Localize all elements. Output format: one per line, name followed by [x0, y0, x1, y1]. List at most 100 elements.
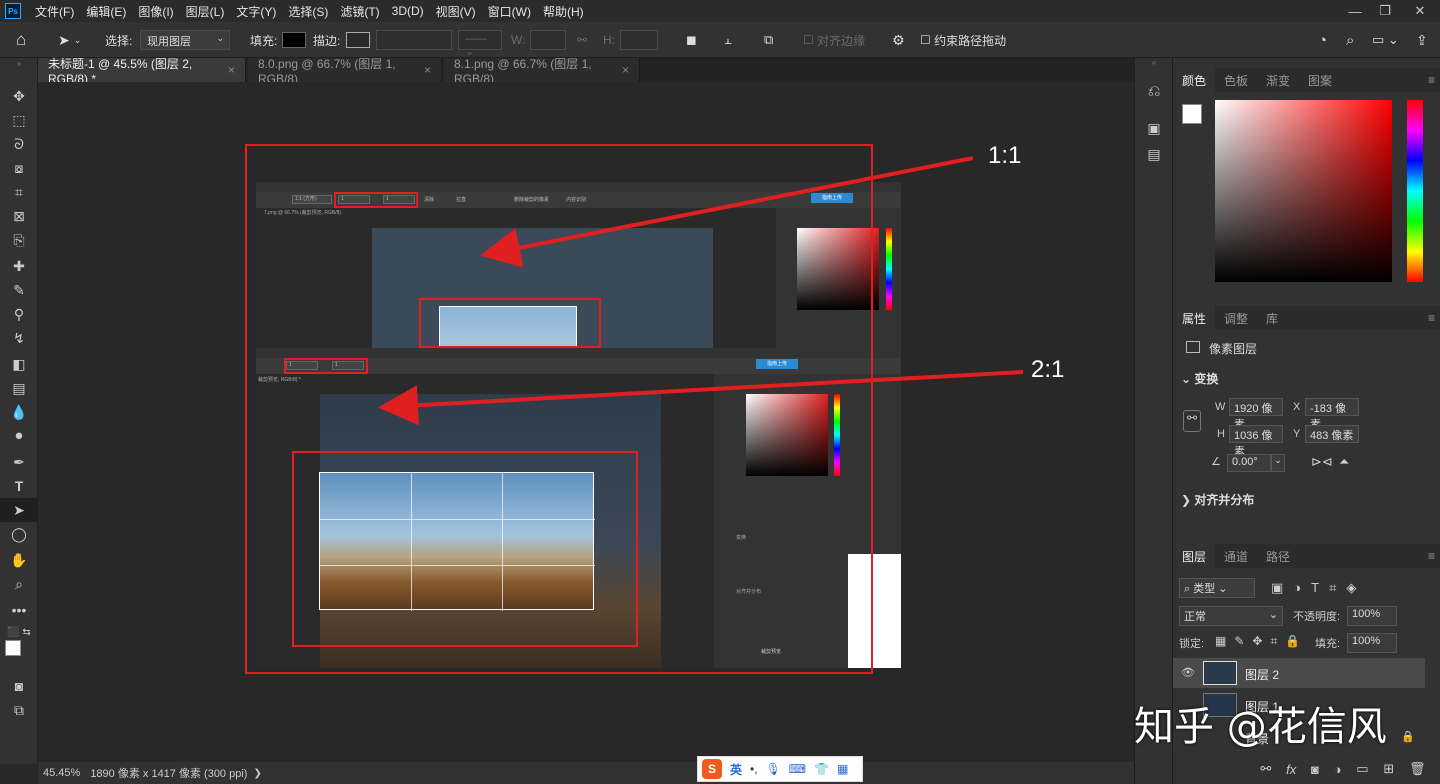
menu-type[interactable]: 文字(Y) [230, 3, 282, 20]
sogou-logo-icon[interactable]: S [702, 759, 722, 779]
minimize-button[interactable]: — [1340, 0, 1370, 22]
frame-tool-icon[interactable]: ⊠ [0, 204, 38, 228]
tab-paths[interactable]: 路径 [1257, 544, 1299, 568]
path-operations-icon[interactable]: ◼ [686, 22, 697, 58]
menu-filter[interactable]: 滤镜(T) [334, 3, 385, 20]
menu-image[interactable]: 图像(I) [132, 3, 179, 20]
foreground-color-swatch[interactable] [5, 640, 21, 656]
panel-menu-icon[interactable]: ≡ [1428, 549, 1435, 563]
menu-file[interactable]: 文件(F) [29, 3, 80, 20]
path-arrangement-icon[interactable]: ⧉ [764, 22, 773, 58]
tab-layers[interactable]: 图层 [1173, 544, 1216, 568]
y-field[interactable]: 483 像素 [1305, 425, 1359, 443]
ime-lang-toggle[interactable]: 英 [730, 761, 742, 778]
height-field[interactable]: 1036 像素 [1229, 425, 1283, 458]
properties-panel-icon[interactable]: ▣ [1135, 116, 1173, 140]
eyedropper-tool-icon[interactable]: ⎘ [0, 228, 38, 252]
h-field[interactable] [620, 30, 658, 50]
share-icon[interactable]: ⇪ [1416, 22, 1428, 58]
angle-field[interactable]: 0.00° [1227, 454, 1271, 472]
search-icon[interactable]: ⌕ [1346, 22, 1354, 58]
constrain-path-checkbox[interactable]: ☐ 约束路径拖动 [920, 22, 1006, 58]
maximize-button[interactable]: ❐ [1370, 0, 1400, 22]
adjustments-panel-icon[interactable]: ▤ [1135, 142, 1173, 166]
collapse-icon[interactable]: « [1135, 58, 1173, 68]
close-tab-icon[interactable]: × [228, 63, 235, 77]
fill-swatch[interactable] [282, 32, 306, 48]
close-tab-icon[interactable]: × [622, 63, 629, 77]
type-tool-icon[interactable]: T [0, 474, 38, 498]
tab-properties[interactable]: 属性 [1173, 306, 1216, 330]
angle-dropdown-icon[interactable]: ⌄ [1271, 454, 1285, 472]
layer-filter-icons[interactable]: ▣◑T⌗◈ [1271, 580, 1366, 596]
new-group-icon[interactable]: ▭ [1356, 761, 1368, 777]
menu-view[interactable]: 视图(V) [430, 3, 482, 20]
object-select-tool-icon[interactable]: ⧇ [0, 156, 38, 180]
ellipse-tool-icon[interactable]: ◯ [0, 522, 38, 546]
menu-3d[interactable]: 3D(D) [386, 4, 430, 18]
blur-tool-icon[interactable]: 💧 [0, 400, 38, 424]
document-info[interactable]: 1890 像素 x 1417 像素 (300 ppi) [90, 765, 247, 781]
move-tool-icon[interactable]: ✥ [0, 84, 38, 108]
path-selection-tool-icon[interactable]: ➤ [0, 498, 38, 522]
menu-select[interactable]: 选择(S) [282, 3, 334, 20]
toolbar-grip-icon[interactable]: » [0, 58, 38, 68]
pen-tool-icon[interactable]: ✒ [0, 450, 38, 474]
link-dimensions-icon[interactable]: ⚯ [1183, 410, 1201, 432]
stroke-swatch[interactable] [346, 32, 370, 48]
ime-grid-icon[interactable]: ▦ [837, 762, 848, 776]
x-field[interactable]: -183 像素 [1305, 398, 1359, 431]
screen-mode-icon[interactable]: ⧉ [0, 698, 38, 722]
tab-8-0-png[interactable]: 8.0.png @ 66.7% (图层 1, RGB/8) × [248, 57, 442, 86]
visibility-eye-icon[interactable]: 👁 [1181, 666, 1195, 679]
blend-mode-dropdown[interactable]: 正常 ⌄ [1179, 606, 1283, 626]
dodge-tool-icon[interactable]: ⚫ [0, 424, 38, 448]
home-icon[interactable]: ⌂ [16, 22, 26, 58]
quick-mask-icon[interactable]: ◙ [0, 674, 38, 698]
path-select-tool-icon[interactable]: ➤ ⌄ [58, 22, 81, 58]
stamp-tool-icon[interactable]: ⚲ [0, 302, 38, 326]
tab-libraries[interactable]: 库 [1257, 306, 1287, 330]
status-expand-icon[interactable]: ❯ [253, 768, 261, 779]
history-brush-icon[interactable]: ↯ [0, 326, 38, 350]
menu-window[interactable]: 窗口(W) [482, 3, 537, 20]
brush-tool-icon[interactable]: ✎ [0, 278, 38, 302]
panel-menu-icon[interactable]: ≡ [1428, 311, 1435, 325]
align-section-title[interactable]: ❯ 对齐并分布 [1181, 491, 1254, 508]
flip-horizontal-icon[interactable]: ⊳⊲ [1311, 454, 1333, 470]
add-mask-icon[interactable]: ◙ [1311, 762, 1319, 777]
stroke-type-dropdown[interactable]: ―― ⌄ [458, 30, 502, 58]
flip-vertical-icon[interactable]: ⏶ [1339, 454, 1349, 470]
fill-field[interactable]: 100% [1347, 633, 1397, 653]
adjustment-layer-icon[interactable]: ◑ [1334, 762, 1342, 777]
tab-8-1-png[interactable]: 8.1.png @ 66.7% (图层 1, RGB/8) × [444, 57, 640, 86]
ime-skin-icon[interactable]: 👕 [814, 762, 829, 776]
zoom-level[interactable]: 45.45% [43, 767, 80, 779]
fx-icon[interactable]: fx [1286, 762, 1296, 777]
menu-help[interactable]: 帮助(H) [537, 3, 590, 20]
tab-gradients[interactable]: 渐变 [1257, 68, 1299, 92]
new-layer-icon[interactable]: ⊞ [1383, 761, 1394, 777]
layer-name[interactable]: 图层 2 [1245, 666, 1279, 683]
align-edges-checkbox[interactable]: ☐ 对齐边缘 [803, 22, 865, 58]
w-field[interactable] [530, 30, 566, 50]
user-icon[interactable]: ◔ [1318, 22, 1327, 58]
hand-tool-icon[interactable]: ✋ [0, 548, 38, 572]
link-layers-icon[interactable]: ⚯ [1260, 761, 1271, 777]
gear-icon[interactable]: ⚙ [892, 22, 905, 58]
stroke-width-field[interactable] [376, 30, 452, 50]
marquee-tool-icon[interactable]: ⬚ [0, 108, 38, 132]
layer-filter-dropdown[interactable]: ⌕ 类型 ⌄ [1179, 578, 1255, 598]
ime-mic-icon[interactable]: 🎙 [766, 762, 781, 776]
tab-patterns[interactable]: 图案 [1299, 68, 1341, 92]
lasso-tool-icon[interactable]: ᘐ [0, 132, 38, 156]
tab-untitled-1[interactable]: 未标题-1 @ 45.5% (图层 2, RGB/8) * × [38, 57, 246, 86]
crop-tool-icon[interactable]: ⌗ [0, 180, 38, 204]
menu-layer[interactable]: 图层(L) [180, 3, 231, 20]
ime-keyboard-icon[interactable]: ⌨ [789, 762, 806, 776]
tab-swatches[interactable]: 色板 [1215, 68, 1257, 92]
canvas-area[interactable]: 1:1 (方形) 1 1 清除 拉直 删除裁剪的像素 内容识别 指南上传 7.p… [38, 82, 1134, 762]
tab-adjustments[interactable]: 调整 [1215, 306, 1257, 330]
color-field[interactable] [1215, 100, 1392, 282]
tab-channels[interactable]: 通道 [1215, 544, 1257, 568]
